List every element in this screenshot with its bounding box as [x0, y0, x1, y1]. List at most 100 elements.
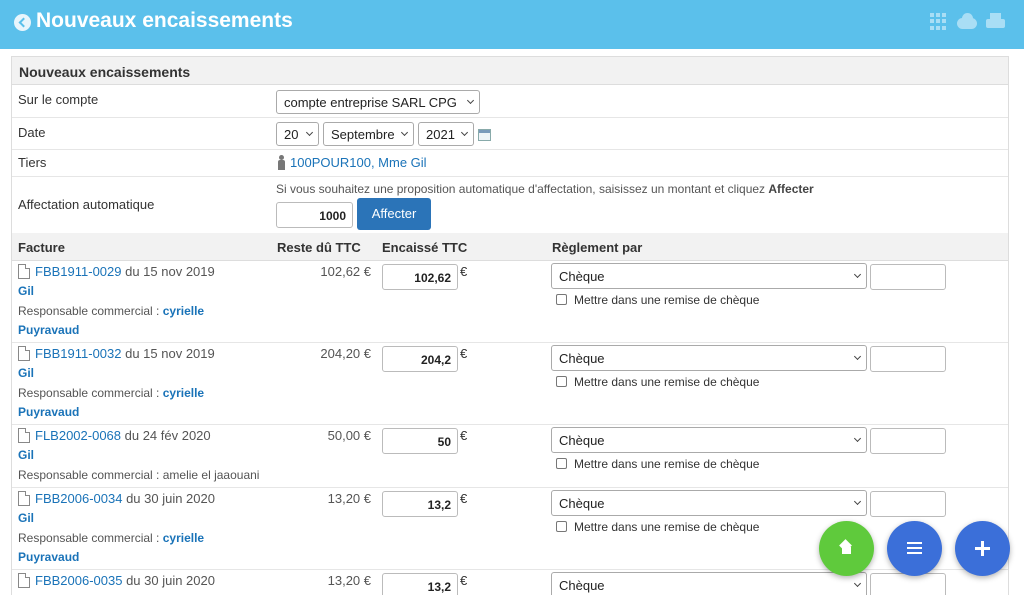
tiers-name-link[interactable]: Gil: [18, 511, 34, 525]
back-icon[interactable]: [14, 14, 31, 31]
top-bar: Nouveaux encaissements: [0, 0, 1024, 49]
tiers-row: Tiers 100POUR100, Mme Gil: [12, 150, 1008, 177]
reference-input[interactable]: [870, 573, 946, 595]
reglement-select[interactable]: Chèque: [551, 345, 867, 371]
account-label: Sur le compte: [18, 92, 99, 107]
col-reglement: Règlement par: [552, 240, 643, 255]
reglement-select[interactable]: Chèque: [551, 490, 867, 516]
reste-du: 13,20 €: [327, 573, 371, 588]
responsable-prefix: Responsable commercial :: [18, 386, 163, 400]
invoice-line: FBB2006-0034 du 30 juin 2020: [35, 491, 215, 506]
reglement-select[interactable]: Chèque: [551, 572, 867, 595]
col-reste: Reste dû TTC: [277, 240, 361, 255]
date-label: Date: [18, 125, 46, 140]
auto-hint: Si vous souhaitez une proposition automa…: [276, 182, 814, 196]
responsable: Responsable commercial : cyrielle: [18, 531, 204, 545]
account-select[interactable]: compte entreprise SARL CPG: [276, 90, 480, 114]
currency-symbol: €: [460, 346, 468, 361]
reference-input[interactable]: [870, 491, 946, 517]
date-day-select[interactable]: 20: [276, 122, 319, 146]
calendar-icon[interactable]: [478, 129, 491, 141]
plus-icon: [975, 541, 990, 556]
col-facture: Facture: [18, 240, 65, 255]
tiers-label: Tiers: [18, 155, 47, 170]
document-icon: [18, 264, 30, 279]
tiers-link[interactable]: 100POUR100, Mme Gil: [290, 155, 427, 170]
invoice-table-header: Facture Reste dû TTC Encaissé TTC Règlem…: [12, 233, 1008, 261]
table-row: FLB2002-0068 du 24 fév 2020 Gil Responsa…: [12, 425, 1008, 488]
responsable: Responsable commercial : cyrielle: [18, 304, 204, 318]
date-year-select[interactable]: 2021: [418, 122, 474, 146]
table-row: FBB1911-0029 du 15 nov 2019 Gil Responsa…: [12, 261, 1008, 343]
document-icon: [18, 491, 30, 506]
remise-checkbox[interactable]: [556, 376, 567, 387]
grid-icon[interactable]: [930, 13, 949, 30]
date-row: Date 20 Septembre 2021: [12, 118, 1008, 150]
add-button[interactable]: [955, 521, 1010, 576]
currency-symbol: €: [460, 264, 468, 279]
invoice-date: du 30 juin 2020: [122, 491, 215, 506]
encaisse-input[interactable]: 13,2: [382, 491, 458, 517]
invoice-date: du 24 fév 2020: [121, 428, 211, 443]
menu-button[interactable]: [887, 521, 942, 576]
print-icon[interactable]: [986, 13, 1005, 30]
reste-du: 50,00 €: [327, 428, 371, 443]
responsable-prefix: Responsable commercial :: [18, 531, 163, 545]
remise-checkbox[interactable]: [556, 458, 567, 469]
remise-checkbox[interactable]: [556, 294, 567, 305]
reference-input[interactable]: [870, 346, 946, 372]
reglement-select[interactable]: Chèque: [551, 427, 867, 453]
responsable-lastname-link[interactable]: Puyravaud: [18, 550, 79, 564]
invoice-link[interactable]: FBB2006-0034: [35, 491, 122, 506]
date-month-select[interactable]: Septembre: [323, 122, 414, 146]
menu-icon: [907, 542, 922, 554]
invoice-line: FBB1911-0029 du 15 nov 2019: [35, 264, 215, 279]
responsable-link[interactable]: cyrielle: [163, 304, 204, 318]
encaissement-panel: Nouveaux encaissements Sur le compte com…: [11, 56, 1009, 595]
home-icon: [840, 542, 853, 555]
invoice-line: FBB1911-0032 du 15 nov 2019: [35, 346, 215, 361]
currency-symbol: €: [460, 491, 468, 506]
home-button[interactable]: [819, 521, 874, 576]
encaisse-input[interactable]: 50: [382, 428, 458, 454]
reste-du: 204,20 €: [320, 346, 371, 361]
reste-du: 13,20 €: [327, 491, 371, 506]
responsable: Responsable commercial : amelie el jaaou…: [18, 468, 259, 482]
remise-checkbox-label: Mettre dans une remise de chèque: [574, 520, 760, 534]
document-icon: [18, 346, 30, 361]
remise-checkbox[interactable]: [556, 521, 567, 532]
auto-amount-input[interactable]: 1000: [276, 202, 353, 228]
invoice-link[interactable]: FLB2002-0068: [35, 428, 121, 443]
reglement-select[interactable]: Chèque: [551, 263, 867, 289]
encaisse-input[interactable]: 204,2: [382, 346, 458, 372]
invoice-link[interactable]: FBB1911-0029: [35, 264, 122, 279]
responsable-lastname-link[interactable]: Puyravaud: [18, 405, 79, 419]
invoice-link[interactable]: FBB2006-0035: [35, 573, 122, 588]
remise-checkbox-label: Mettre dans une remise de chèque: [574, 457, 760, 471]
currency-symbol: €: [460, 573, 468, 588]
cloud-download-icon[interactable]: [957, 13, 977, 30]
panel-header: Nouveaux encaissements: [12, 57, 1008, 85]
responsable-link[interactable]: cyrielle: [163, 386, 204, 400]
invoice-link[interactable]: FBB1911-0032: [35, 346, 122, 361]
auto-hint-bold: Affecter: [768, 182, 814, 196]
tiers-name-link[interactable]: Gil: [18, 448, 34, 462]
responsable-lastname-link[interactable]: Puyravaud: [18, 323, 79, 337]
tiers-name-link[interactable]: Gil: [18, 284, 34, 298]
affecter-button[interactable]: Affecter: [357, 198, 431, 230]
responsable-prefix: Responsable commercial : amelie el jaaou…: [18, 468, 260, 482]
invoice-date: du 30 juin 2020: [122, 573, 215, 588]
tiers-name-link[interactable]: Gil: [18, 366, 34, 380]
auto-label: Affectation automatique: [18, 197, 155, 212]
encaisse-input[interactable]: 13,2: [382, 573, 458, 595]
page-title: Nouveaux encaissements: [36, 9, 293, 32]
reference-input[interactable]: [870, 428, 946, 454]
responsable-link[interactable]: cyrielle: [163, 531, 204, 545]
encaisse-input[interactable]: 102,62: [382, 264, 458, 290]
invoice-date: du 15 nov 2019: [121, 346, 215, 361]
reste-du: 102,62 €: [320, 264, 371, 279]
reference-input[interactable]: [870, 264, 946, 290]
invoice-line: FBB2006-0035 du 30 juin 2020: [35, 573, 215, 588]
table-row: FBB1911-0032 du 15 nov 2019 Gil Responsa…: [12, 343, 1008, 425]
document-icon: [18, 573, 30, 588]
